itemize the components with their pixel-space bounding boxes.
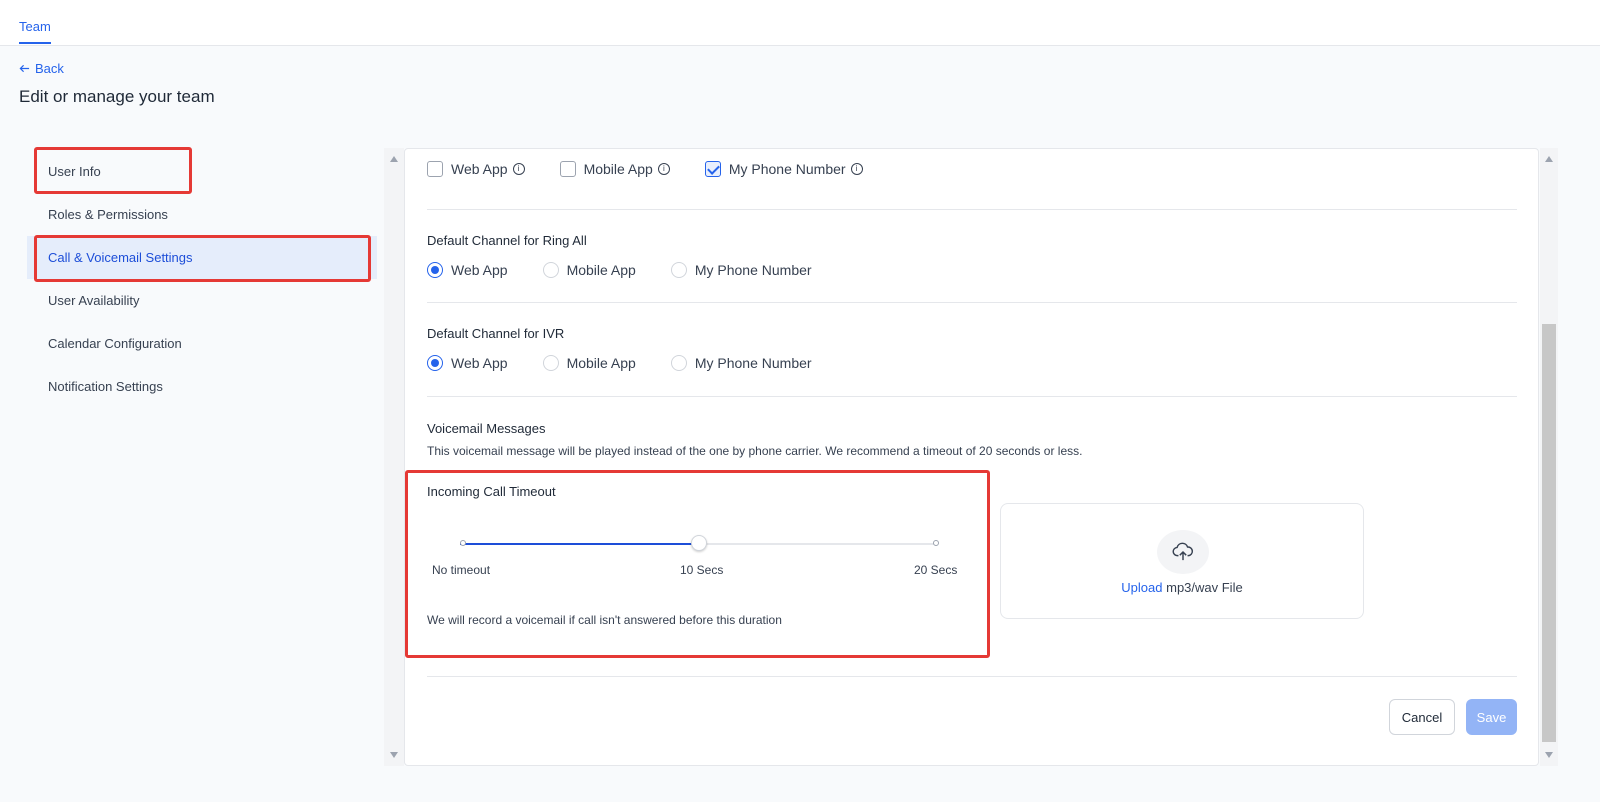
sidebar-item-call-voicemail[interactable]: Call & Voicemail Settings	[27, 236, 377, 279]
divider	[427, 209, 1517, 210]
timeout-title: Incoming Call Timeout	[427, 484, 556, 499]
sidebar-item-notification-settings[interactable]: Notification Settings	[27, 365, 377, 408]
back-link[interactable]: Back	[19, 61, 64, 76]
slider-tick-label: 20 Secs	[914, 563, 958, 577]
radio-label: Web App	[451, 355, 508, 371]
sidebar-item-label: User Info	[48, 164, 101, 179]
radio-label: My Phone Number	[694, 262, 812, 278]
sidebar-item-label: Calendar Configuration	[48, 336, 182, 351]
radio-web-app[interactable]: Web App	[427, 355, 508, 371]
sidebar-item-label: Roles & Permissions	[48, 207, 168, 222]
ring-channel-checkboxes: Web App i Mobile App i My Phone Number i	[427, 161, 898, 177]
upload-dropzone[interactable]: Upload mp3/wav File	[1000, 503, 1364, 619]
checkbox-label: Mobile App	[583, 161, 653, 177]
scroll-down-arrow-icon[interactable]	[390, 752, 398, 758]
ring-all-radio-group: Web App Mobile App My Phone Number	[427, 262, 847, 278]
sidebar-item-label: Notification Settings	[48, 379, 163, 394]
checkbox-mobile-app[interactable]: Mobile App i	[559, 161, 670, 177]
upload-format-text: mp3/wav File	[1162, 580, 1243, 595]
checkbox-label: My Phone Number	[728, 161, 846, 177]
ivr-title: Default Channel for IVR	[427, 326, 565, 341]
settings-sidebar: User Info Roles & Permissions Call & Voi…	[27, 150, 377, 408]
checkbox-my-phone-number[interactable]: My Phone Number i	[704, 161, 863, 177]
ring-all-title: Default Channel for Ring All	[427, 233, 587, 248]
sidebar-item-user-info[interactable]: User Info	[27, 150, 377, 193]
divider	[427, 676, 1517, 677]
save-button[interactable]: Save	[1466, 699, 1517, 735]
radio-my-phone-number[interactable]: My Phone Number	[670, 262, 812, 278]
slider-mark-end	[933, 540, 939, 546]
upload-link[interactable]: Upload	[1121, 580, 1162, 595]
slider-tick-label: No timeout	[432, 563, 491, 577]
sidebar-item-roles-permissions[interactable]: Roles & Permissions	[27, 193, 377, 236]
radio-button[interactable]	[542, 262, 559, 278]
checkbox-box[interactable]	[427, 161, 443, 177]
radio-my-phone-number[interactable]: My Phone Number	[670, 355, 812, 371]
radio-button[interactable]	[670, 355, 687, 371]
voicemail-title: Voicemail Messages	[427, 421, 546, 436]
arrow-left-icon	[19, 64, 30, 73]
upload-label: Upload mp3/wav File	[1001, 580, 1363, 595]
sidebar-item-user-availability[interactable]: User Availability	[27, 279, 377, 322]
radio-button-selected[interactable]	[427, 262, 443, 278]
sidebar-item-label: User Availability	[48, 293, 140, 308]
slider-tick-label: 10 Secs	[680, 563, 724, 577]
left-scrollbar[interactable]	[384, 148, 404, 766]
checkbox-box-checked[interactable]	[704, 161, 721, 177]
scroll-down-arrow-icon[interactable]	[1545, 752, 1553, 758]
timeout-slider-handle[interactable]	[691, 535, 707, 551]
radio-label: My Phone Number	[694, 355, 812, 371]
radio-mobile-app[interactable]: Mobile App	[542, 355, 636, 371]
radio-button-selected[interactable]	[427, 355, 443, 371]
info-icon[interactable]: i	[512, 163, 525, 175]
scrollbar-thumb[interactable]	[1542, 324, 1556, 742]
radio-mobile-app[interactable]: Mobile App	[542, 262, 636, 278]
page-title: Edit or manage your team	[19, 87, 215, 106]
radio-label: Mobile App	[566, 262, 636, 278]
radio-web-app[interactable]: Web App	[427, 262, 508, 278]
slider-mark-start	[460, 540, 466, 546]
back-label: Back	[35, 61, 64, 76]
divider	[427, 302, 1517, 303]
scroll-up-arrow-icon[interactable]	[1545, 156, 1553, 162]
tab-team[interactable]: Team	[19, 19, 51, 44]
radio-button[interactable]	[670, 262, 687, 278]
cloud-upload-icon	[1157, 530, 1209, 574]
cancel-button[interactable]: Cancel	[1389, 699, 1455, 735]
info-icon[interactable]: i	[657, 163, 670, 175]
settings-panel: Web App i Mobile App i My Phone Number i…	[404, 148, 1539, 766]
timeout-slider-fill	[460, 543, 699, 545]
timeout-note: We will record a voicemail if call isn't…	[427, 613, 782, 627]
voicemail-description: This voicemail message will be played in…	[427, 444, 1083, 458]
checkbox-web-app[interactable]: Web App i	[427, 161, 525, 177]
checkbox-box[interactable]	[559, 161, 576, 177]
checkbox-label: Web App	[451, 161, 508, 177]
divider	[427, 396, 1517, 397]
sidebar-item-label: Call & Voicemail Settings	[48, 250, 193, 265]
scroll-up-arrow-icon[interactable]	[390, 156, 398, 162]
radio-label: Mobile App	[566, 355, 636, 371]
sidebar-item-calendar-configuration[interactable]: Calendar Configuration	[27, 322, 377, 365]
ivr-radio-group: Web App Mobile App My Phone Number	[427, 355, 847, 371]
right-scrollbar[interactable]	[1540, 148, 1558, 766]
info-icon[interactable]: i	[850, 163, 863, 175]
top-nav: Team	[0, 0, 1600, 46]
radio-button[interactable]	[542, 355, 559, 371]
radio-label: Web App	[451, 262, 508, 278]
